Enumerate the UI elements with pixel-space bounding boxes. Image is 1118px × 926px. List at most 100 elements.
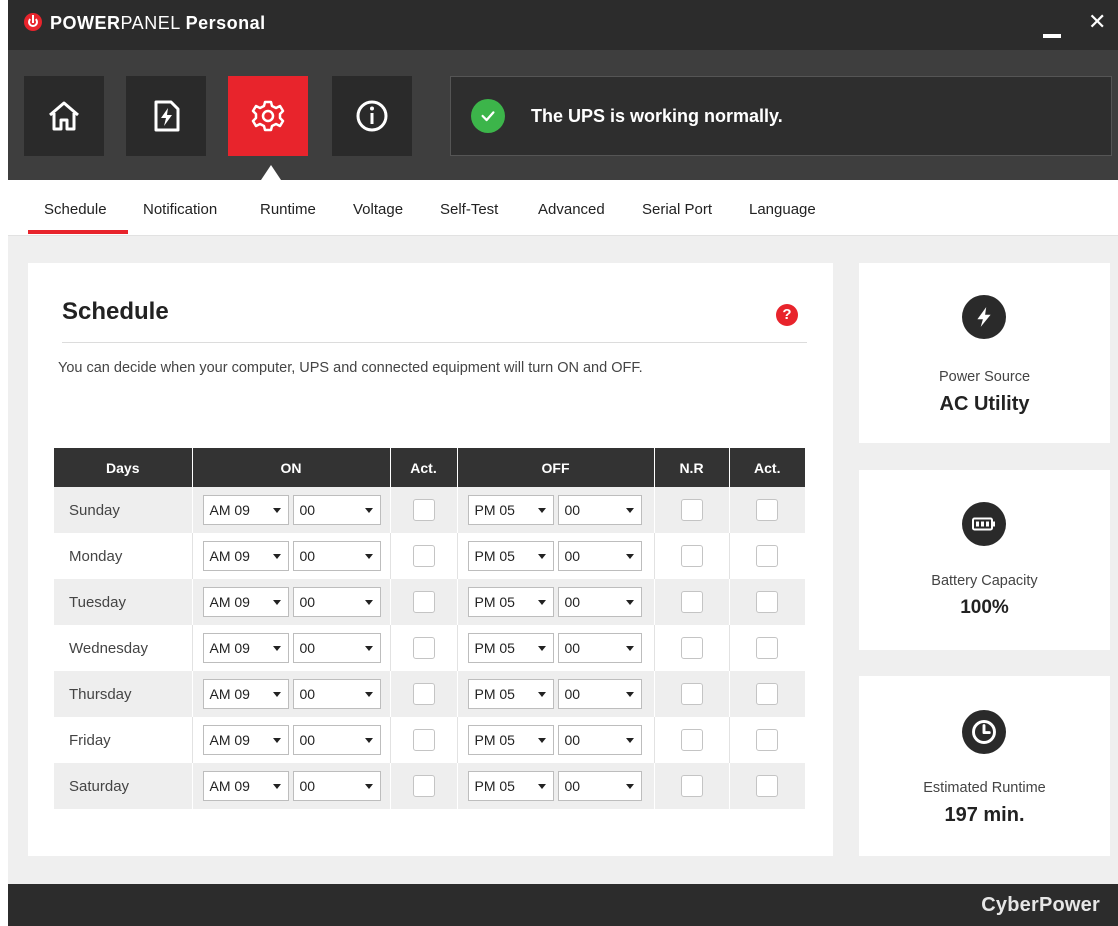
on-minute-select[interactable]: 00 [292,495,381,525]
off-minute-select[interactable]: 00 [557,679,642,709]
on-minute-select[interactable]: 00 [292,633,381,663]
on-hour-select[interactable]: AM 09 [202,771,289,801]
power-source-value: AC Utility [939,393,1030,415]
nr-checkbox[interactable] [680,545,703,567]
on-action-checkbox[interactable] [412,545,435,567]
tab-serial-port[interactable]: Serial Port [642,201,712,218]
off-minute-select[interactable]: 00 [557,587,642,617]
off-hour-value: PM 05 [474,502,515,518]
off-action-checkbox[interactable] [756,729,779,751]
off-hour-select[interactable]: PM 05 [467,587,554,617]
on-hour-select[interactable]: AM 09 [202,587,289,617]
chevron-down-icon [537,554,546,559]
nr-checkbox[interactable] [680,683,703,705]
nr-checkbox[interactable] [680,729,703,751]
schedule-panel: Schedule ? You can decide when your comp… [28,263,833,856]
on-action-checkbox[interactable] [412,775,435,797]
off-hour-select[interactable]: PM 05 [467,771,554,801]
on-action-checkbox[interactable] [412,499,435,521]
off-hour-select[interactable]: PM 05 [467,495,554,525]
on-hour-value: AM 09 [209,548,250,564]
on-hour-value: AM 09 [209,640,250,656]
on-hour-select[interactable]: AM 09 [202,541,289,571]
tab-schedule[interactable]: Schedule [44,201,107,218]
off-action-checkbox[interactable] [756,591,779,613]
minimize-icon[interactable] [1043,34,1061,38]
close-icon[interactable]: ✕ [1088,10,1106,34]
off-minute-select[interactable]: 00 [557,495,642,525]
on-minute-value: 00 [299,686,316,702]
app-window: POWERPANEL Personal ✕ The UPS is working… [8,0,1118,926]
header-days: Days [54,448,193,487]
off-action-checkbox[interactable] [756,683,779,705]
on-hour-select[interactable]: AM 09 [202,679,289,709]
nr-cell [654,533,730,579]
estimated-runtime-value: 197 min. [944,804,1025,826]
info-button[interactable] [332,76,412,156]
off-time-cell: PM 05 00 [457,625,655,671]
chevron-down-icon [364,692,373,697]
nr-cell [654,579,730,625]
on-minute-select[interactable]: 00 [292,725,381,755]
tab-self-test[interactable]: Self-Test [440,201,498,218]
chevron-down-icon [537,508,546,513]
tab-notification[interactable]: Notification [143,201,217,218]
schedule-row: Thursday AM 09 00 PM 05 00 [54,671,805,717]
on-action-checkbox[interactable] [412,729,435,751]
cyberpower-logo: CyberPower [981,894,1100,916]
nr-checkbox[interactable] [680,637,703,659]
chevron-down-icon [537,600,546,605]
off-action-checkbox[interactable] [756,637,779,659]
tab-advanced[interactable]: Advanced [538,201,605,218]
settings-button[interactable] [228,76,308,156]
on-hour-value: AM 09 [209,732,250,748]
off-minute-value: 00 [564,732,581,748]
on-hour-select[interactable]: AM 09 [202,633,289,663]
on-action-checkbox[interactable] [412,591,435,613]
off-hour-select[interactable]: PM 05 [467,633,554,663]
on-act-cell [390,671,458,717]
off-act-cell [729,533,805,579]
off-action-checkbox[interactable] [756,545,779,567]
on-hour-select[interactable]: AM 09 [202,725,289,755]
on-minute-value: 00 [299,732,316,748]
off-action-checkbox[interactable] [756,775,779,797]
on-minute-select[interactable]: 00 [292,541,381,571]
on-act-cell [390,533,458,579]
power-source-label: Power Source [938,369,1031,385]
power-file-icon [154,100,180,132]
on-action-checkbox[interactable] [412,637,435,659]
ups-status-text: The UPS is working normally. [531,105,783,126]
tab-voltage[interactable]: Voltage [353,201,403,218]
off-minute-select[interactable]: 00 [557,633,642,663]
off-action-checkbox[interactable] [756,499,779,521]
tab-language[interactable]: Language [749,201,816,218]
nr-checkbox[interactable] [680,775,703,797]
on-action-checkbox[interactable] [412,683,435,705]
nr-checkbox[interactable] [680,591,703,613]
off-hour-select[interactable]: PM 05 [467,541,554,571]
tab-runtime[interactable]: Runtime [260,201,316,218]
off-minute-select[interactable]: 00 [557,541,642,571]
help-icon[interactable]: ? [776,304,798,326]
nr-checkbox[interactable] [680,499,703,521]
on-hour-value: AM 09 [209,594,250,610]
off-hour-value: PM 05 [474,778,515,794]
off-act-cell [729,717,805,763]
on-minute-select[interactable]: 00 [292,587,381,617]
chevron-down-icon [272,508,281,513]
off-hour-select[interactable]: PM 05 [467,679,554,709]
estimated-runtime-card: Estimated Runtime 197 min. [859,676,1110,856]
on-minute-select[interactable]: 00 [292,771,381,801]
home-icon [49,101,79,131]
off-hour-select[interactable]: PM 05 [467,725,554,755]
off-minute-select[interactable]: 00 [557,771,642,801]
on-minute-value: 00 [299,502,316,518]
on-minute-select[interactable]: 00 [292,679,381,709]
on-hour-select[interactable]: AM 09 [202,495,289,525]
day-label: Tuesday [54,579,193,625]
home-button[interactable] [24,76,104,156]
power-status-button[interactable] [126,76,206,156]
off-minute-select[interactable]: 00 [557,725,642,755]
on-time-cell: AM 09 00 [192,671,391,717]
